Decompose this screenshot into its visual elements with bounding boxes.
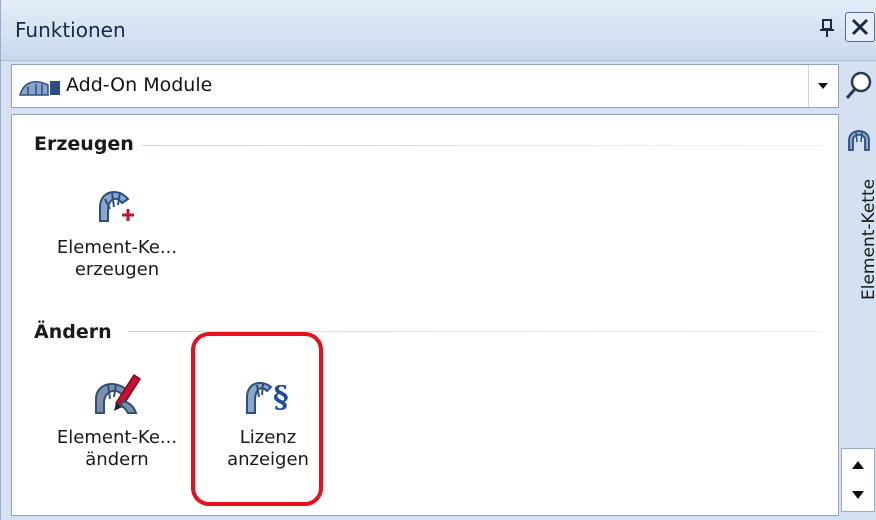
tool-element-chain-create[interactable]: Element-Ke... erzeugen — [42, 177, 192, 307]
close-button[interactable] — [845, 12, 875, 42]
scroll-down-icon[interactable] — [842, 483, 874, 513]
dropdown-arrow-icon — [818, 83, 828, 89]
group-header-erzeugen: Erzeugen — [34, 133, 134, 155]
tool-label-line2: ändern — [85, 449, 149, 470]
tool-label-line1: Lizenz — [239, 427, 297, 448]
element-chain-modify-icon — [95, 373, 142, 414]
scroll-up-icon[interactable] — [842, 449, 874, 479]
element-chain-icon — [848, 130, 870, 151]
group-divider — [128, 331, 822, 332]
scroll-control — [841, 448, 875, 512]
tool-label-line1: Element-Ke... — [56, 237, 178, 258]
side-tab-label: Element-Kette — [859, 178, 876, 300]
panel-title-bar: Funktionen — [1, 0, 876, 61]
dropdown-button[interactable] — [808, 65, 838, 107]
module-dropdown[interactable]: Add-On Module — [11, 64, 839, 108]
element-chain-create-icon — [99, 191, 134, 222]
tool-label-line2: erzeugen — [74, 259, 160, 280]
tool-label-line2: anzeigen — [227, 449, 309, 470]
tool-label-line1: Element-Ke... — [56, 427, 178, 448]
functions-panel: Funktionen Add-On Module Erzeugen Elemen… — [0, 0, 876, 520]
close-icon — [851, 18, 869, 36]
search-button[interactable] — [841, 64, 876, 108]
svg-text:§: § — [273, 380, 289, 415]
module-icon — [19, 81, 60, 96]
tool-area: Erzeugen Element-Ke... erzeugen Ändern E… — [11, 114, 839, 516]
license-show-icon: § — [246, 380, 289, 415]
pin-icon[interactable] — [817, 10, 837, 46]
dropdown-selected-value: Add-On Module — [66, 74, 213, 96]
group-header-aendern: Ändern — [34, 321, 112, 343]
tool-element-chain-modify[interactable]: Element-Ke... ändern — [42, 367, 192, 497]
panel-title: Funktionen — [15, 18, 126, 42]
tool-license-show[interactable]: § Lizenz anzeigen — [193, 367, 343, 497]
group-divider — [142, 145, 822, 146]
search-icon — [845, 71, 872, 99]
